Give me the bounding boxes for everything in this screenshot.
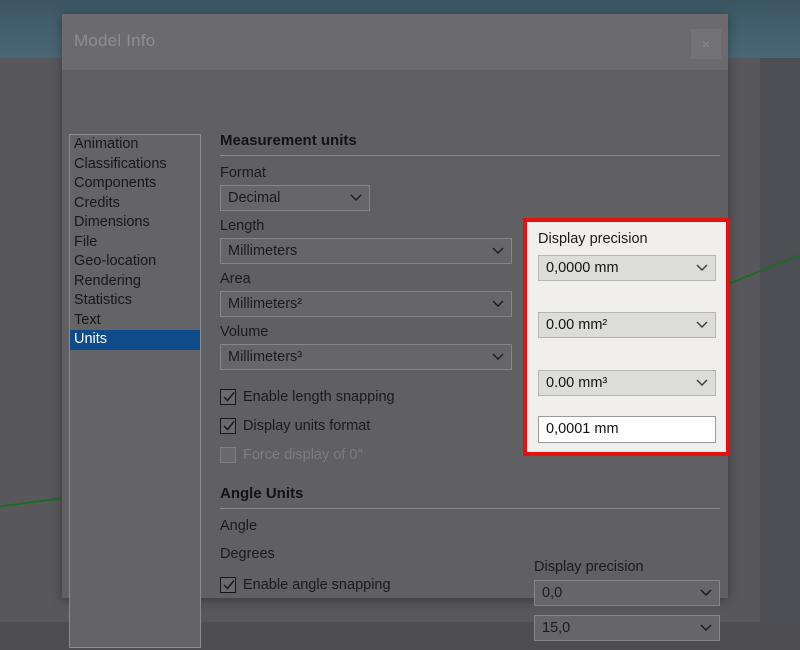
snapping-length-value: 0,0001 mm: [546, 421, 619, 437]
area-precision-value: 0.00 mm²: [546, 317, 608, 333]
force-display-zero-label: Force display of 0": [243, 447, 363, 463]
checkmark-icon: [220, 418, 236, 434]
angle-precision-column: Display precision 0,0 15,0: [534, 558, 720, 650]
sidebar-item-components[interactable]: Components: [70, 174, 200, 194]
volume-units-select[interactable]: Millimeters³: [220, 344, 512, 370]
model-info-dialog: Model Info × Animation Classifications C…: [62, 14, 730, 648]
chevron-down-icon: [695, 375, 709, 391]
angle-units-heading: Angle Units: [220, 485, 304, 502]
degrees-precision-select[interactable]: 0,0: [534, 580, 720, 606]
sidebar-item-dimensions[interactable]: Dimensions: [70, 213, 200, 233]
area-precision-select[interactable]: 0.00 mm²: [538, 312, 716, 338]
enable-angle-snapping-label: Enable angle snapping: [243, 577, 391, 593]
length-precision-value: 0,0000 mm: [546, 260, 619, 276]
sidebar-item-units[interactable]: Units: [70, 330, 200, 350]
snapping-angle-value: 15,0: [542, 620, 571, 636]
length-precision-select[interactable]: 0,0000 mm: [538, 255, 716, 281]
sidebar-item-statistics[interactable]: Statistics: [70, 291, 200, 311]
chevron-down-icon: [695, 317, 709, 333]
checkmark-icon: [220, 577, 236, 593]
sidebar-item-rendering[interactable]: Rendering: [70, 272, 200, 292]
dialog-titlebar: Model Info ×: [62, 14, 728, 70]
angle-precision-label: Display precision: [534, 559, 644, 575]
area-units-value: Millimeters²: [228, 296, 303, 312]
chevron-down-icon: [349, 190, 363, 206]
volume-precision-select[interactable]: 0.00 mm³: [538, 370, 716, 396]
enable-length-snapping-label: Enable length snapping: [243, 389, 395, 405]
angle-label: Angle: [220, 518, 258, 534]
snapping-angle-select[interactable]: 15,0: [534, 615, 720, 641]
chevron-down-icon: [491, 296, 505, 312]
chevron-down-icon: [491, 243, 505, 259]
length-units-value: Millimeters: [228, 243, 298, 259]
snapping-length-input[interactable]: 0,0001 mm: [538, 416, 716, 443]
sidebar-item-animation[interactable]: Animation: [70, 135, 200, 155]
sidebar-item-file[interactable]: File: [70, 233, 200, 253]
angle-divider: [220, 508, 720, 509]
measurement-divider: [220, 155, 720, 156]
display-precision-highlight-box: Display precision 0,0000 mm 0.00 mm² 0.0…: [523, 218, 730, 456]
checkmark-icon: [220, 389, 236, 405]
chevron-down-icon: [699, 620, 713, 636]
volume-units-value: Millimeters³: [228, 349, 303, 365]
area-units-select[interactable]: Millimeters²: [220, 291, 512, 317]
degrees-precision-value: 0,0: [542, 585, 563, 601]
volume-precision-value: 0.00 mm³: [546, 375, 608, 391]
category-list[interactable]: Animation Classifications Components Cre…: [69, 134, 201, 648]
sidebar-item-text[interactable]: Text: [70, 311, 200, 331]
length-units-select[interactable]: Millimeters: [220, 238, 512, 264]
format-label: Format: [220, 165, 266, 181]
chevron-down-icon: [695, 260, 709, 276]
close-icon[interactable]: ×: [691, 29, 721, 59]
measurement-units-heading: Measurement units: [220, 132, 357, 149]
sidebar-item-credits[interactable]: Credits: [70, 194, 200, 214]
chevron-down-icon: [491, 349, 505, 365]
display-precision-label: Display precision: [538, 231, 648, 247]
display-units-format-label: Display units format: [243, 418, 371, 434]
format-select-value: Decimal: [228, 190, 281, 206]
sidebar-item-geo-location[interactable]: Geo-location: [70, 252, 200, 272]
dialog-body: Animation Classifications Components Cre…: [62, 70, 730, 648]
chevron-down-icon: [699, 585, 713, 601]
dialog-title: Model Info: [74, 31, 156, 50]
empty-checkbox-icon: [220, 447, 236, 463]
sidebar-item-classifications[interactable]: Classifications: [70, 155, 200, 175]
format-select[interactable]: Decimal: [220, 185, 370, 211]
